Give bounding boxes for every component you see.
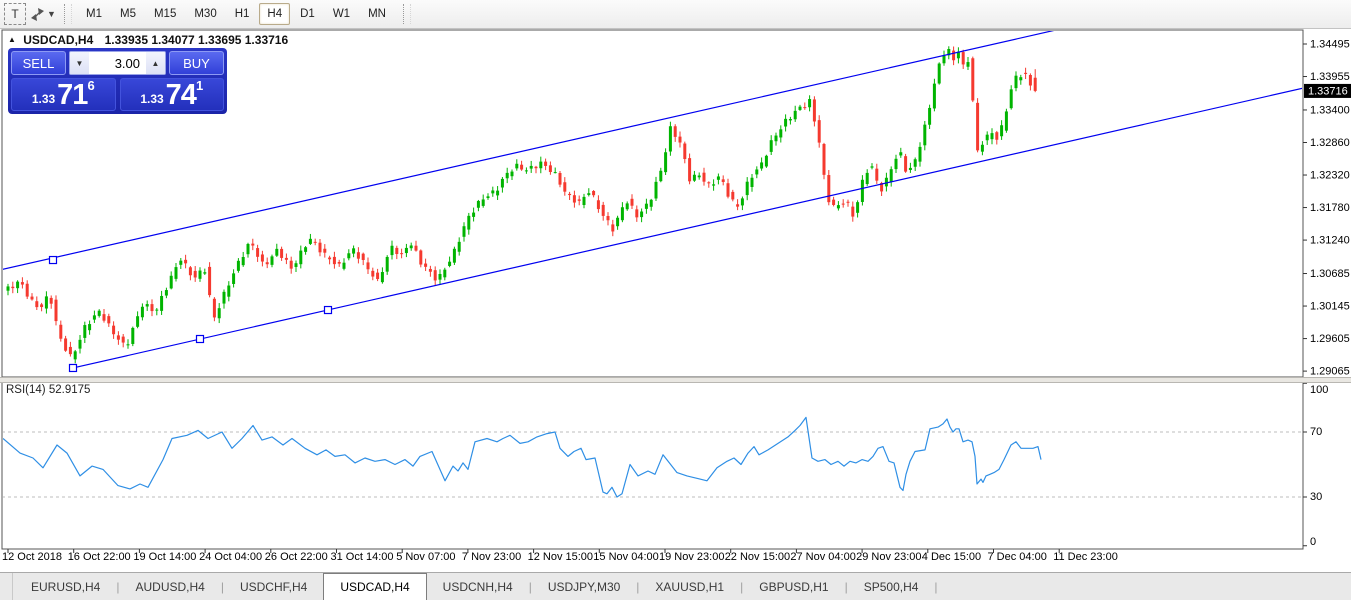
chevron-down-icon: ▼ xyxy=(47,9,56,19)
double-arrow-icon xyxy=(30,7,45,22)
sell-price-sup: 6 xyxy=(87,81,94,91)
sell-price-prefix: 1.33 xyxy=(32,89,55,109)
time-axis-label: 31 Oct 14:00 xyxy=(331,551,394,563)
timeframe-button-W1[interactable]: W1 xyxy=(325,3,358,25)
axis-label: 1.33955 xyxy=(1310,71,1350,83)
text-tool-button[interactable]: T xyxy=(4,3,26,25)
timeframe-button-H1[interactable]: H1 xyxy=(227,3,258,25)
time-axis-label: 24 Oct 04:00 xyxy=(199,551,262,563)
tabbar-lead xyxy=(0,573,13,600)
chart-title: ▲ USDCAD,H4 1.33935 1.34077 1.33695 1.33… xyxy=(8,33,288,47)
one-click-trading-panel: SELL ▼ ▲ BUY 1.33 71 6 1.33 74 1 xyxy=(8,48,227,114)
chart-symbol-label: USDCAD,H4 xyxy=(23,33,93,47)
channel-handle[interactable] xyxy=(70,364,77,371)
axis-label: 1.30145 xyxy=(1310,300,1350,312)
time-axis-label: 11 Dec 23:00 xyxy=(1053,551,1118,563)
tab-audusd-h4[interactable]: AUDUSD,H4 xyxy=(119,573,220,600)
tab-usdcad-h4[interactable]: USDCAD,H4 xyxy=(323,573,426,600)
time-axis-label: 19 Oct 14:00 xyxy=(133,551,196,563)
timeframe-button-M30[interactable]: M30 xyxy=(186,3,224,25)
symbol-tab-bar: EURUSD,H4|AUDUSD,H4|USDCHF,H4USDCAD,H4US… xyxy=(0,572,1351,600)
axis-label: 30 xyxy=(1310,491,1322,503)
tab-usdjpy-m30[interactable]: USDJPY,M30 xyxy=(532,573,636,600)
toolbar-grip xyxy=(403,4,411,24)
axis-label: 0 xyxy=(1310,536,1316,548)
cursor-tools-button[interactable]: ▼ xyxy=(30,4,56,24)
time-axis-label: 16 Oct 22:00 xyxy=(68,551,131,563)
timeframe-button-D1[interactable]: D1 xyxy=(292,3,323,25)
axis-label: 1.31240 xyxy=(1310,234,1350,246)
axis-label: 1.34495 xyxy=(1310,38,1350,50)
tab-xauusd-h1[interactable]: XAUUSD,H1 xyxy=(639,573,740,600)
axis-label: 1.33716 xyxy=(1308,85,1348,97)
channel-handle[interactable] xyxy=(197,336,204,343)
time-axis-label: 15 Nov 04:00 xyxy=(593,551,658,563)
time-axis: 12 Oct 2018 16 Oct 22:0019 Oct 14:0024 Oc… xyxy=(2,549,1118,563)
tab-usdcnh-h4[interactable]: USDCNH,H4 xyxy=(427,573,529,600)
axis-label: 1.33400 xyxy=(1310,104,1350,116)
sell-price-big: 71 xyxy=(57,81,87,109)
tab-separator: | xyxy=(934,573,937,600)
tab-usdchf-h4[interactable]: USDCHF,H4 xyxy=(224,573,323,600)
sell-price-display[interactable]: 1.33 71 6 xyxy=(11,78,116,111)
timeframe-button-M1[interactable]: M1 xyxy=(78,3,110,25)
toolbar-grip xyxy=(64,4,72,24)
axis-label: 100 xyxy=(1310,384,1328,396)
tab-eurusd-h4[interactable]: EURUSD,H4 xyxy=(15,573,116,600)
pane-splitter[interactable] xyxy=(0,377,1351,383)
collapse-panel-icon[interactable]: ▲ xyxy=(8,35,16,44)
time-axis-label: 27 Nov 04:00 xyxy=(790,551,855,563)
text-tool-label: T xyxy=(11,7,18,21)
chart-ohlc-values: 1.33935 1.34077 1.33695 1.33716 xyxy=(105,33,289,47)
axis-label: 1.29605 xyxy=(1310,333,1350,345)
volume-increase-button[interactable]: ▲ xyxy=(146,52,165,74)
buy-button[interactable]: BUY xyxy=(169,51,224,75)
timeframe-button-MN[interactable]: MN xyxy=(360,3,394,25)
tab-sp500-h4[interactable]: SP500,H4 xyxy=(848,573,935,600)
buy-price-sup: 1 xyxy=(196,81,203,91)
rsi-name: RSI(14) xyxy=(6,384,46,396)
axis-label: 1.30685 xyxy=(1310,268,1350,280)
time-axis-label: 19 Nov 23:00 xyxy=(659,551,724,563)
timeframe-button-H4[interactable]: H4 xyxy=(259,3,290,25)
axis-label: 1.31780 xyxy=(1310,202,1350,214)
rsi-pane[interactable] xyxy=(2,381,1303,549)
sell-button[interactable]: SELL xyxy=(11,51,66,75)
volume-decrease-button[interactable]: ▼ xyxy=(70,52,89,74)
axis-label: 1.29065 xyxy=(1310,366,1350,378)
time-axis-label: 29 Nov 23:00 xyxy=(856,551,921,563)
volume-stepper: ▼ ▲ xyxy=(69,51,166,75)
price-axis: 1.34495 1.33955 1.33400 1.32860 1.32320 1.317… xyxy=(1303,38,1351,548)
time-axis-label: 5 Nov 07:00 xyxy=(396,551,455,563)
buy-price-display[interactable]: 1.33 74 1 xyxy=(120,78,225,111)
top-toolbar: T ▼ M1M5M15M30H1H4D1W1MN xyxy=(0,0,1351,29)
axis-label: 70 xyxy=(1310,426,1322,438)
time-axis-label: 12 Nov 15:00 xyxy=(528,551,593,563)
rsi-value: 52.9175 xyxy=(49,384,91,396)
tab-gbpusd-h1[interactable]: GBPUSD,H1 xyxy=(743,573,844,600)
timeframe-button-M15[interactable]: M15 xyxy=(146,3,184,25)
volume-input[interactable] xyxy=(89,52,146,74)
time-axis-label: 4 Dec 15:00 xyxy=(922,551,981,563)
axis-label: 1.32860 xyxy=(1310,137,1350,149)
time-axis-label: 22 Nov 15:00 xyxy=(725,551,790,563)
time-axis-label: 7 Nov 23:00 xyxy=(462,551,521,563)
timeframe-button-M5[interactable]: M5 xyxy=(112,3,144,25)
buy-price-big: 74 xyxy=(166,81,196,109)
rsi-indicator-label: RSI(14) 52.9175 xyxy=(6,384,90,396)
time-axis-label: 12 Oct 2018 xyxy=(2,551,62,563)
buy-price-prefix: 1.33 xyxy=(140,89,163,109)
channel-handle[interactable] xyxy=(325,307,332,314)
time-axis-label: 26 Oct 22:00 xyxy=(265,551,328,563)
axis-label: 1.32320 xyxy=(1310,169,1350,181)
timeframe-button-group: M1M5M15M30H1H4D1W1MN xyxy=(77,3,395,25)
time-axis-label: 7 Dec 04:00 xyxy=(988,551,1047,563)
channel-handle[interactable] xyxy=(50,257,57,264)
